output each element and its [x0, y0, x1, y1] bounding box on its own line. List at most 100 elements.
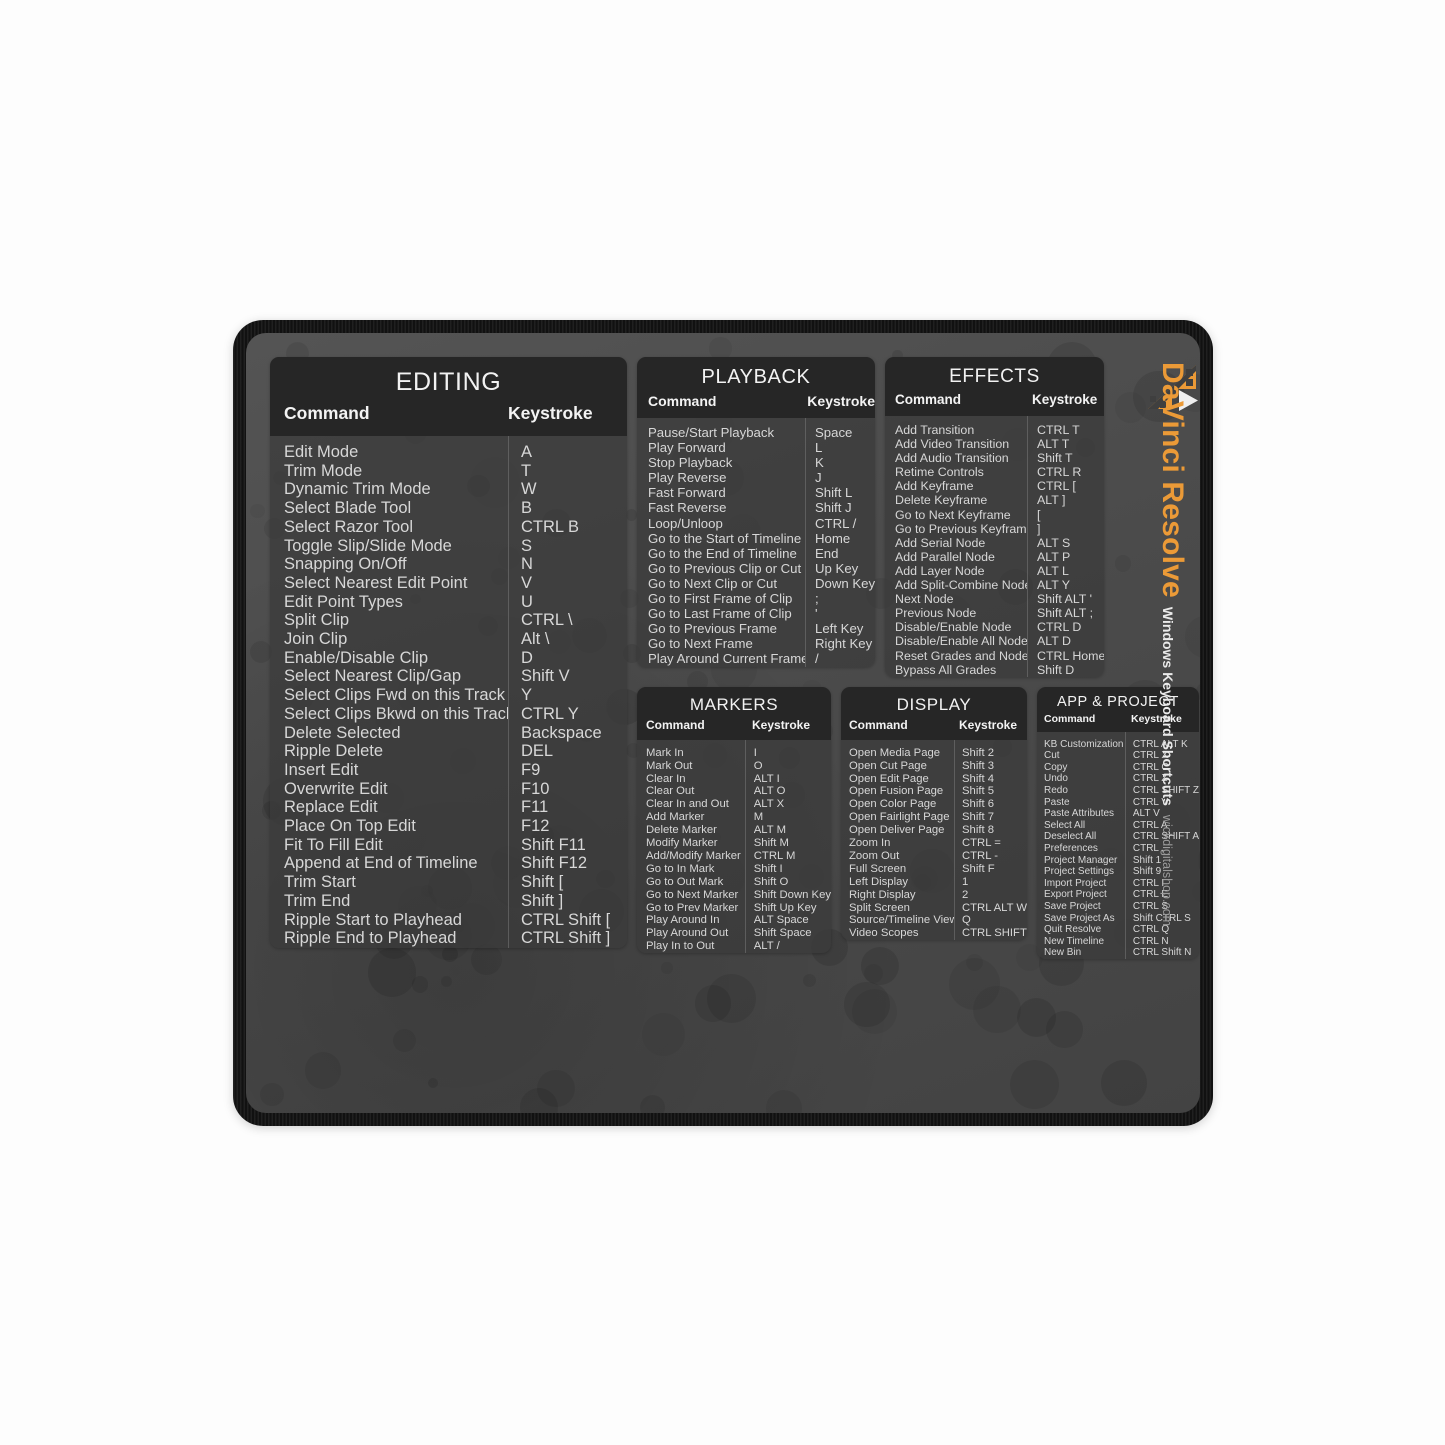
- column-header-keystroke: Keystroke: [508, 403, 593, 423]
- table-row: Reset Grades and Nodes: [895, 648, 1027, 663]
- table-row: New Timeline: [1044, 935, 1105, 947]
- table-row: Add Marker: [646, 811, 705, 824]
- table-row: CTRL R: [1037, 465, 1082, 480]
- column-header-command: Command: [1044, 712, 1096, 725]
- table-row: W: [521, 480, 537, 499]
- table-row: A: [521, 443, 533, 461]
- card-editing-body: Edit Mode Trim Mode Dynamic Trim Mode Selec…: [270, 436, 627, 948]
- table-row: CTRL B: [521, 517, 580, 536]
- card-effects-column-headers: Command Keystroke: [885, 392, 1104, 416]
- table-row: CTRL ALT W: [962, 901, 1027, 914]
- bottom-card-row: MARKERS Command Keystroke Mark In Mark Ou…: [637, 686, 1200, 959]
- column-header-command: Command: [648, 393, 717, 409]
- table-row: Home: [815, 530, 851, 546]
- table-row: ALT I: [753, 772, 780, 785]
- column-header-keystroke: Keystroke: [807, 393, 875, 409]
- table-row: Select Nearest Clip/Gap: [284, 667, 461, 686]
- table-row: Open Fusion Page: [849, 785, 944, 798]
- table-row: L: [815, 440, 823, 456]
- table-row: Go to In Mark: [646, 862, 715, 875]
- card-editing-header: EDITING Command Keystroke: [270, 357, 627, 436]
- brand-vertical-text: DaVinci Resolve Windows Keyboard Shortcu…: [1155, 362, 1189, 926]
- table-row: Shift J: [815, 500, 852, 516]
- table-row: Y: [521, 686, 533, 705]
- column-header-command: Command: [849, 717, 908, 732]
- table-row: Snapping On/Off: [284, 555, 407, 574]
- markers-command-list: Mark In Mark Out Clear In Clear Out Clear In…: [637, 740, 745, 954]
- table-row: Play Reverse: [648, 470, 727, 486]
- table-row: Open Fairlight Page: [849, 811, 950, 824]
- table-row: Project Settings: [1044, 866, 1115, 878]
- table-row: Export Project: [1044, 889, 1107, 901]
- card-markers-column-headers: Command Keystroke: [637, 718, 831, 740]
- table-row: Clear In and Out: [646, 798, 729, 811]
- table-row: Go to the Start of Timeline: [648, 530, 802, 546]
- table-row: Toggle Slip/Slide Mode: [284, 536, 452, 555]
- table-row: Previous Node: [895, 606, 977, 621]
- table-row: Play In to Out: [646, 940, 715, 953]
- table-row: ALT M: [753, 824, 786, 837]
- table-row: Split Clip: [284, 611, 350, 630]
- card-effects-body: Add Transition Add Video Transition Add Au…: [885, 416, 1104, 677]
- table-row: Mark In: [646, 746, 684, 759]
- table-row: Shift 7: [962, 811, 995, 824]
- card-playback-title: PLAYBACK: [701, 366, 811, 388]
- table-row: Fast Forward: [648, 485, 726, 501]
- table-row: Zoom In: [849, 837, 891, 850]
- table-row: New Bin: [1044, 947, 1082, 959]
- column-header-command: Command: [646, 717, 705, 732]
- table-row: Zoom Out: [849, 849, 900, 862]
- table-row: Down Key: [815, 575, 875, 591]
- table-row: Select Clips Fwd on this Track: [284, 686, 505, 705]
- table-row: O: [753, 759, 763, 772]
- table-row: Shift 2: [962, 746, 995, 759]
- table-row: Go to Previous Clip or Cut: [648, 560, 802, 576]
- brand-website: wickdigitalshop.com: [1160, 814, 1174, 927]
- table-row: CTRL D: [1037, 620, 1082, 635]
- table-row: Join Clip: [284, 630, 348, 649]
- table-row: End: [815, 545, 839, 561]
- right-cards-area: PLAYBACK Command Keystroke Pause/Start P…: [637, 357, 1200, 1093]
- table-row: Ripple Start to Playhead: [284, 910, 462, 929]
- table-row: 2: [962, 888, 969, 901]
- table-row: Play Around Out: [646, 927, 729, 940]
- table-row: Retime Controls: [895, 465, 984, 480]
- table-row: Bypass All Grades: [895, 662, 997, 677]
- table-row: CTRL Shift ]: [521, 929, 611, 948]
- card-markers-title: MARKERS: [689, 694, 779, 714]
- table-row: Open Deliver Page: [849, 824, 945, 837]
- table-row: Go to Last Frame of Clip: [648, 606, 792, 622]
- table-row: Insert Edit: [284, 760, 359, 779]
- table-row: Shift 6: [962, 798, 995, 811]
- table-row: Go to Next Marker: [646, 888, 739, 901]
- table-row: Stop Playback: [648, 455, 733, 471]
- table-row: Preferences: [1044, 843, 1098, 855]
- table-row: Shift I: [753, 862, 783, 875]
- effects-keystroke-list: CTRL T ALT T Shift T CTRL R CTRL [ALT ][] ALT…: [1027, 416, 1104, 677]
- table-row: CTRL N: [1132, 935, 1169, 947]
- table-row: Shift Up Key: [753, 901, 817, 914]
- table-row: D: [521, 648, 533, 667]
- table-row: Add Serial Node: [895, 535, 986, 550]
- table-row: Add Parallel Node: [895, 549, 995, 564]
- table-row: B: [521, 499, 533, 518]
- table-row: 1: [962, 875, 969, 888]
- card-markers-body: Mark In Mark Out Clear In Clear Out Clear In…: [637, 739, 831, 954]
- table-row: Left Display: [849, 875, 909, 888]
- table-row: Shift 3: [962, 759, 995, 772]
- table-row: Edit Mode: [284, 443, 359, 461]
- table-row: Clear In: [646, 772, 686, 785]
- card-editing-column-headers: Command Keystroke: [270, 403, 627, 436]
- table-row: Go to Prev Marker: [646, 901, 739, 914]
- table-row: Cut: [1044, 750, 1060, 762]
- table-row: S: [521, 536, 533, 555]
- table-row: Shift Down Key: [753, 888, 831, 901]
- table-row: Edit Point Types: [284, 592, 403, 611]
- table-row: /: [815, 651, 819, 667]
- table-row: Shift T: [1037, 451, 1073, 466]
- brand-subtitle: Windows Keyboard Shortcuts: [1160, 606, 1176, 806]
- table-row: Shift F12: [521, 854, 588, 873]
- table-row: CTRL =: [962, 837, 1001, 850]
- table-row: Overwrite Edit: [284, 779, 388, 798]
- top-card-row: PLAYBACK Command Keystroke Pause/Start P…: [637, 357, 1200, 926]
